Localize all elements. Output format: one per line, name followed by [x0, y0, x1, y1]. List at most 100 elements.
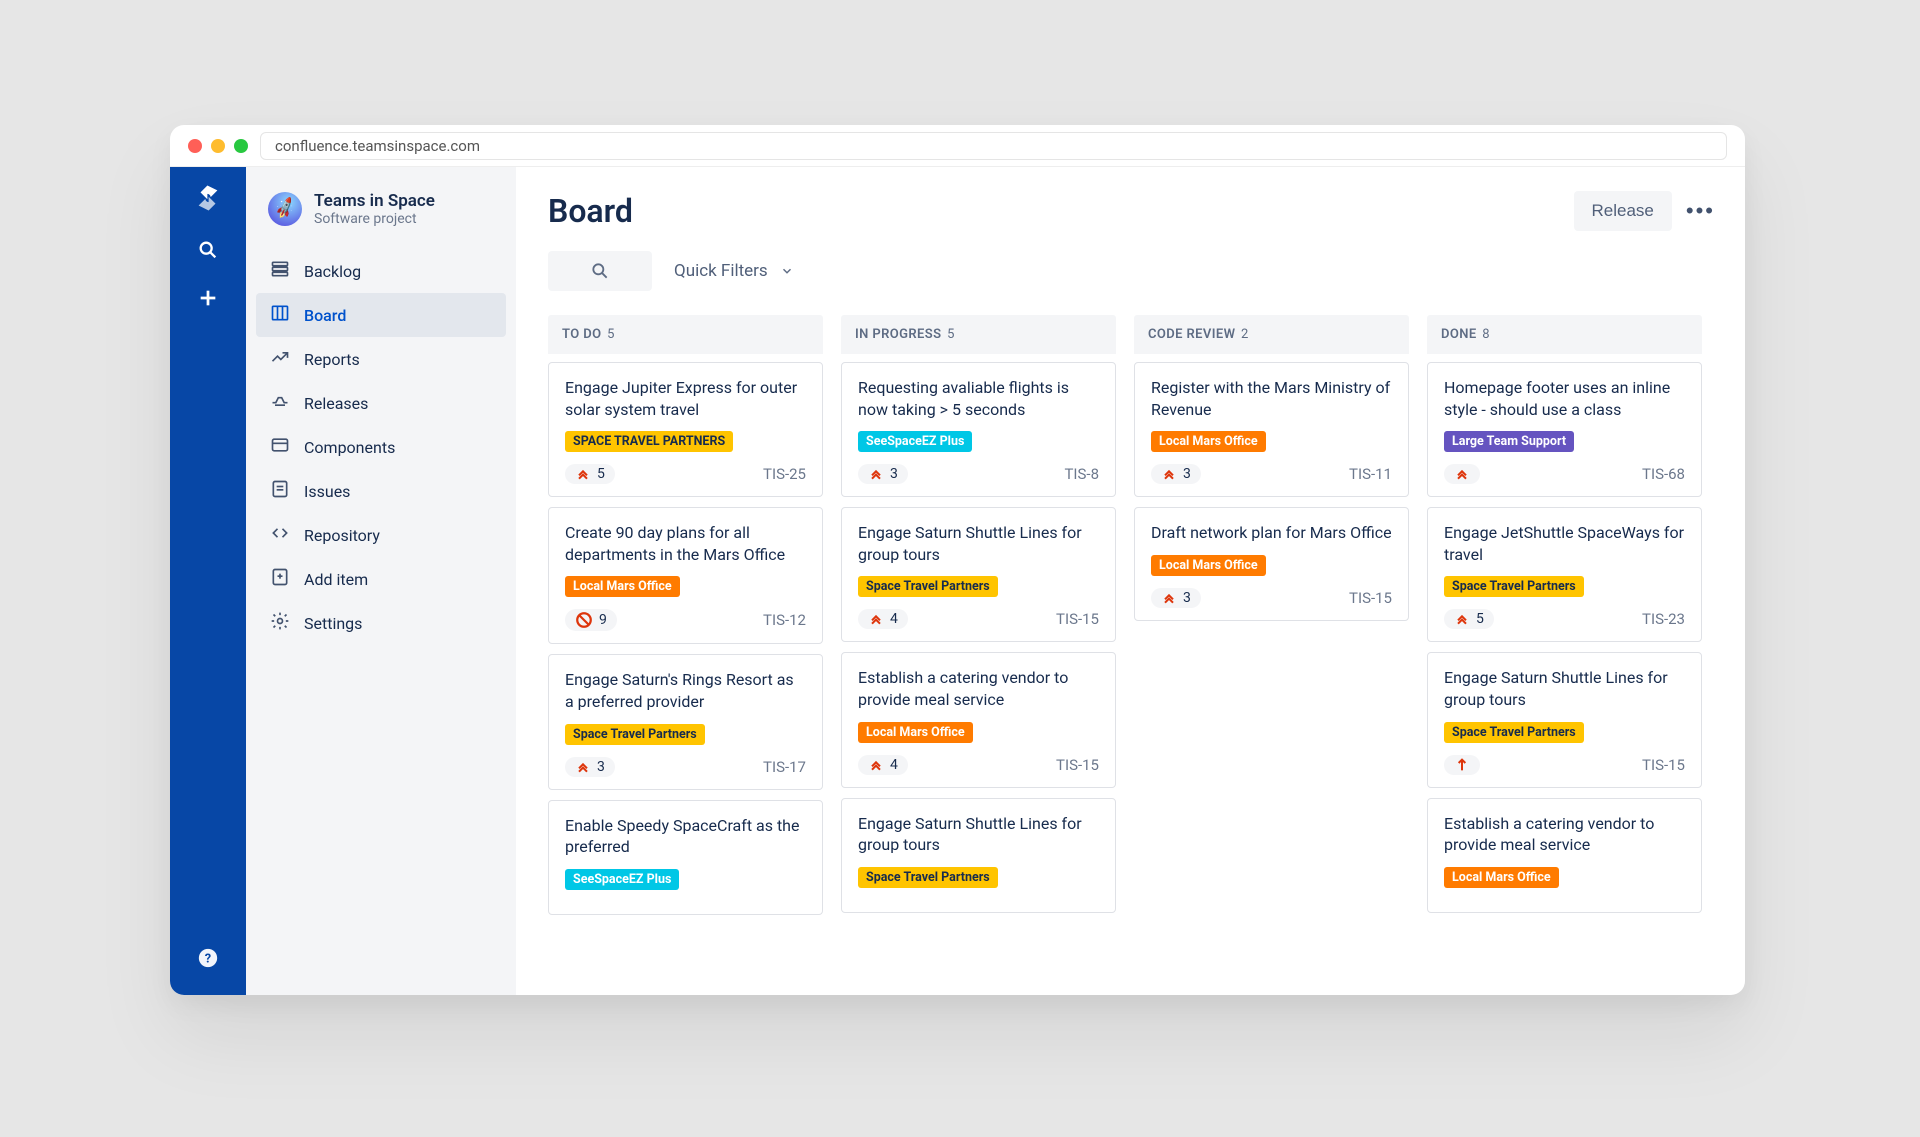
more-menu-icon[interactable]: ••• [1686, 198, 1715, 224]
issue-key: TIS-25 [763, 465, 806, 483]
release-button[interactable]: Release [1574, 191, 1672, 231]
card[interactable]: Homepage footer uses an inline style - s… [1427, 362, 1702, 497]
priority-highest-icon [868, 466, 884, 482]
project-name: Teams in Space [314, 191, 435, 211]
issue-key: TIS-15 [1349, 589, 1392, 607]
epic-tag: SeeSpaceEZ Plus [565, 869, 679, 890]
epic-tag: Space Travel Partners [1444, 722, 1584, 743]
priority-blocker-icon [575, 611, 593, 629]
quick-filters-dropdown[interactable]: Quick Filters [674, 261, 794, 281]
priority-pill: 9 [565, 609, 617, 631]
sidebar-item-label: Board [304, 306, 346, 325]
card[interactable]: Draft network plan for Mars Office Local… [1134, 507, 1409, 621]
minimize-window-icon[interactable] [211, 139, 225, 153]
sidebar-item-label: Components [304, 438, 395, 457]
card-points: 3 [1183, 466, 1191, 482]
card-meta: 4 TIS-15 [858, 755, 1099, 775]
search-input[interactable] [548, 251, 652, 291]
issues-icon [270, 479, 290, 503]
card-title: Engage Saturn's Rings Resort as a prefer… [565, 669, 806, 712]
priority-pill: 3 [565, 757, 615, 777]
search-icon[interactable] [197, 239, 219, 265]
epic-tag: SPACE TRAVEL PARTNERS [565, 431, 733, 452]
issue-key: TIS-15 [1642, 756, 1685, 774]
card-meta: 9 TIS-12 [565, 609, 806, 631]
card[interactable]: Engage Saturn Shuttle Lines for group to… [1427, 652, 1702, 787]
priority-highest-icon [575, 466, 591, 482]
sidebar-item-releases[interactable]: Releases [256, 381, 506, 425]
card-list: Homepage footer uses an inline style - s… [1427, 362, 1702, 913]
card-meta: 4 TIS-15 [858, 609, 1099, 629]
card[interactable]: Requesting avaliable flights is now taki… [841, 362, 1116, 497]
sidebar-item-repository[interactable]: Repository [256, 513, 506, 557]
sidebar-item-issues[interactable]: Issues [256, 469, 506, 513]
card-meta: 3 TIS-15 [1151, 588, 1392, 608]
card[interactable]: Establish a catering vendor to provide m… [841, 652, 1116, 787]
sidebar-item-label: Settings [304, 614, 362, 633]
close-window-icon[interactable] [188, 139, 202, 153]
card[interactable]: Enable Speedy SpaceCraft as the preferre… [548, 800, 823, 915]
backlog-icon [270, 259, 290, 283]
priority-pill: 5 [1444, 609, 1494, 629]
column-count: 2 [1241, 327, 1249, 342]
card[interactable]: Register with the Mars Ministry of Reven… [1134, 362, 1409, 497]
priority-pill: 3 [1151, 464, 1201, 484]
priority-pill: 4 [858, 755, 908, 775]
url-bar[interactable]: confluence.teamsinspace.com [260, 132, 1727, 160]
column: IN PROGRESS 5 Requesting avaliable fligh… [841, 315, 1116, 995]
board-icon [270, 303, 290, 327]
sidebar-item-backlog[interactable]: Backlog [256, 249, 506, 293]
help-icon[interactable]: ? [197, 947, 219, 973]
sidebar-item-reports[interactable]: Reports [256, 337, 506, 381]
card-meta: 5 TIS-25 [565, 464, 806, 484]
column-header: TO DO 5 [548, 315, 823, 354]
card-title: Register with the Mars Ministry of Reven… [1151, 377, 1392, 420]
priority-highest-icon [575, 759, 591, 775]
issue-key: TIS-15 [1056, 610, 1099, 628]
column-count: 8 [1482, 327, 1490, 342]
card-list: Register with the Mars Ministry of Reven… [1134, 362, 1409, 621]
maximize-window-icon[interactable] [234, 139, 248, 153]
repo-icon [270, 523, 290, 547]
column-header: IN PROGRESS 5 [841, 315, 1116, 354]
card[interactable]: Engage Saturn Shuttle Lines for group to… [841, 798, 1116, 913]
card-meta: 5 TIS-23 [1444, 609, 1685, 629]
sidebar-item-label: Backlog [304, 262, 361, 281]
card-points: 3 [597, 759, 605, 775]
sidebar-item-components[interactable]: Components [256, 425, 506, 469]
column: TO DO 5 Engage Jupiter Express for outer… [548, 315, 823, 995]
sidebar-item-label: Releases [304, 394, 368, 413]
card-points: 9 [599, 612, 607, 628]
card[interactable]: Engage Jupiter Express for outer solar s… [548, 362, 823, 497]
card[interactable]: Create 90 day plans for all departments … [548, 507, 823, 644]
issue-key: TIS-11 [1349, 465, 1392, 483]
quick-filters-label: Quick Filters [674, 261, 768, 281]
jira-logo-icon[interactable] [193, 183, 223, 217]
sidebar-item-label: Repository [304, 526, 380, 545]
add-icon [270, 567, 290, 591]
card[interactable]: Engage Saturn Shuttle Lines for group to… [841, 507, 1116, 642]
sidebar-item-settings[interactable]: Settings [256, 601, 506, 645]
priority-pill: 5 [565, 464, 615, 484]
chevron-down-icon [780, 264, 794, 278]
card[interactable]: Establish a catering vendor to provide m… [1427, 798, 1702, 913]
sidebar-item-board[interactable]: Board [256, 293, 506, 337]
card-meta: 3 TIS-11 [1151, 464, 1392, 484]
issue-key: TIS-68 [1642, 465, 1685, 483]
priority-highest-icon [1161, 466, 1177, 482]
epic-tag: Space Travel Partners [858, 576, 998, 597]
issue-key: TIS-12 [763, 611, 806, 629]
priority-medium-icon [1454, 757, 1470, 773]
card[interactable]: Engage JetShuttle SpaceWays for travel S… [1427, 507, 1702, 642]
kanban-board: TO DO 5 Engage Jupiter Express for outer… [548, 315, 1715, 995]
card-meta: 3 TIS-17 [565, 757, 806, 777]
project-header[interactable]: Teams in Space Software project [246, 191, 516, 245]
card-title: Homepage footer uses an inline style - s… [1444, 377, 1685, 420]
epic-tag: Local Mars Office [1444, 867, 1559, 888]
card[interactable]: Engage Saturn's Rings Resort as a prefer… [548, 654, 823, 789]
traffic-lights [188, 139, 248, 153]
epic-tag: Local Mars Office [1151, 555, 1266, 576]
card-title: Engage Saturn Shuttle Lines for group to… [858, 813, 1099, 856]
sidebar-item-add-item[interactable]: Add item [256, 557, 506, 601]
plus-icon[interactable] [197, 287, 219, 313]
